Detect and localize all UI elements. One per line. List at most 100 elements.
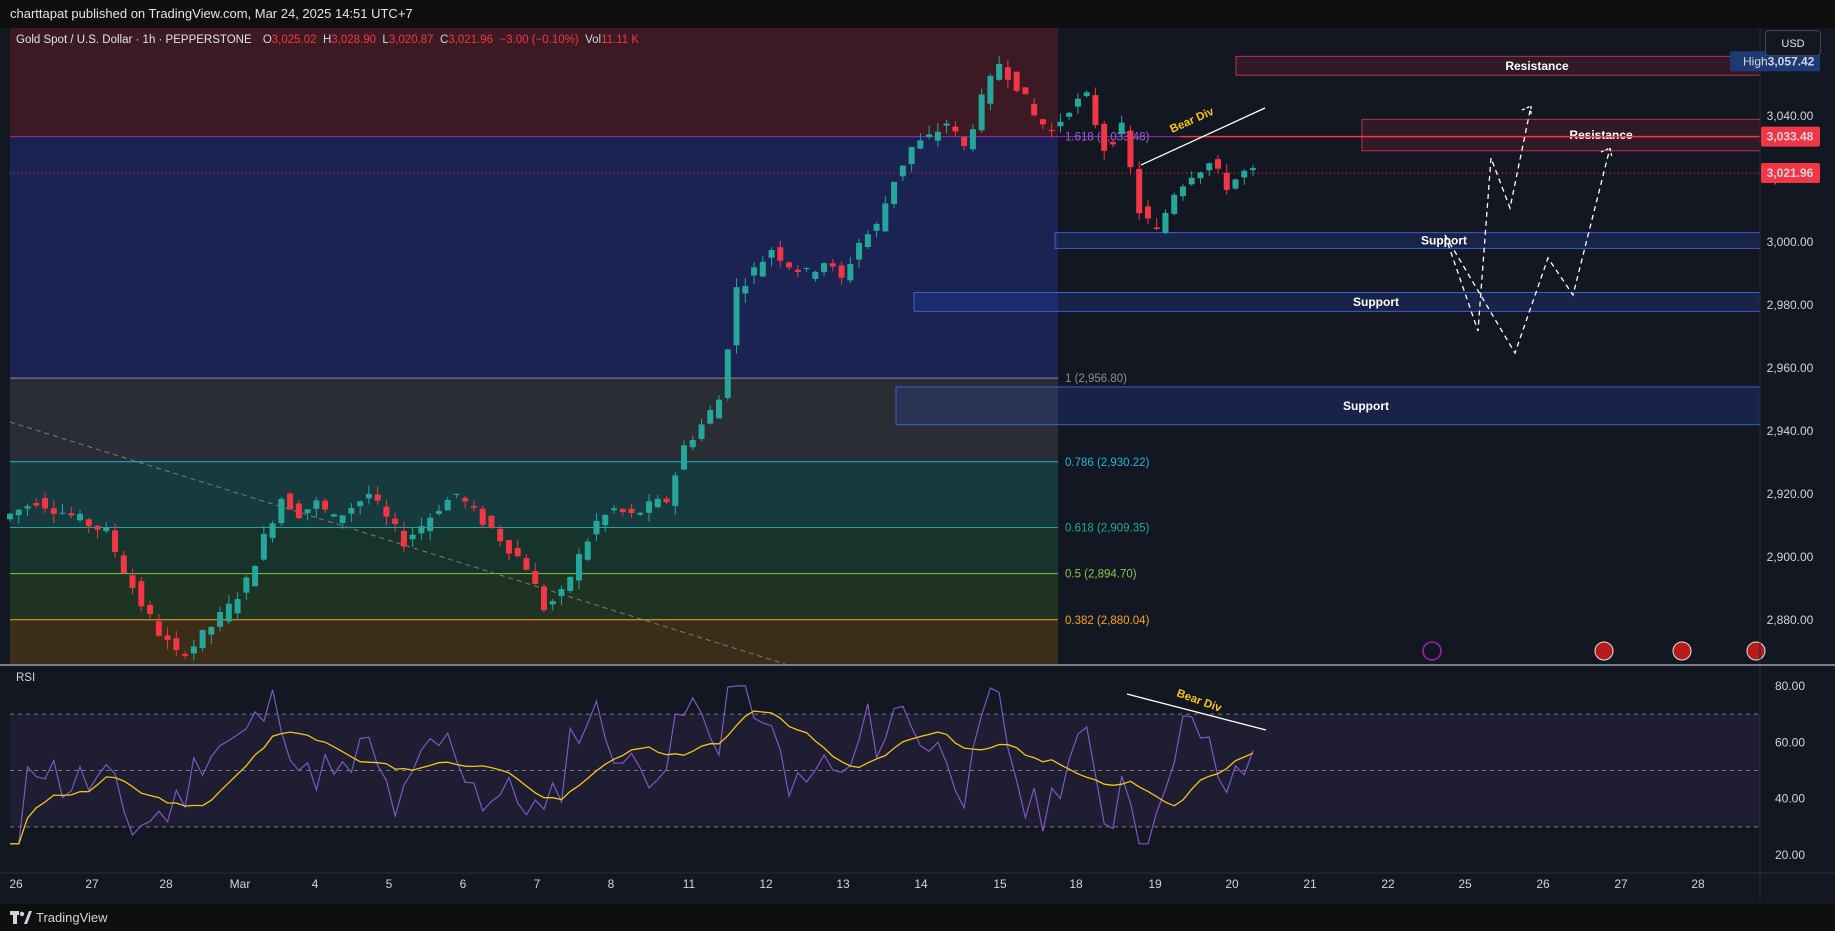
candle-body xyxy=(260,533,267,560)
candle-body xyxy=(549,601,556,605)
candle-body xyxy=(777,247,784,261)
candle-body xyxy=(1013,71,1020,91)
published-text: charttapat published on TradingView.com,… xyxy=(10,6,413,21)
footer-brand: TradingView xyxy=(36,910,108,925)
candle-body xyxy=(339,515,346,524)
candle-body xyxy=(287,493,294,510)
candle-body xyxy=(199,629,206,649)
candle-body xyxy=(1214,159,1221,169)
bear-div-label-rsi: Bear Div xyxy=(1175,688,1224,715)
candle-body xyxy=(1092,95,1099,126)
candle-body xyxy=(1197,172,1204,179)
candle-body xyxy=(304,509,311,514)
candle-body xyxy=(742,286,749,294)
candle-body xyxy=(147,604,154,615)
candle-body xyxy=(821,263,828,273)
candle-body xyxy=(1232,179,1239,189)
rsi-tick-label: 20.00 xyxy=(1775,848,1805,862)
fib-label-4: 0.5 (2,894.70) xyxy=(1065,569,1137,581)
candle-body xyxy=(24,506,31,509)
currency-button[interactable]: USD xyxy=(1765,30,1821,56)
candle-body xyxy=(400,530,407,547)
candle-body xyxy=(733,287,740,346)
candle-body xyxy=(435,510,442,515)
time-tick-label: 5 xyxy=(386,877,393,891)
candle-body xyxy=(295,503,302,519)
candle-body xyxy=(961,137,968,147)
price-tick-label: 2,900.00 xyxy=(1767,550,1814,564)
candle-body xyxy=(120,555,127,574)
price-tick-label: 3,040.00 xyxy=(1767,109,1814,123)
candle-body xyxy=(926,134,933,138)
candle-body xyxy=(7,513,13,520)
zone-label-3: Support xyxy=(1353,295,1399,309)
candle-body xyxy=(689,440,696,448)
us-flag-event-icon xyxy=(1672,641,1692,661)
open-value: 3,025.02 xyxy=(271,34,317,46)
rsi-pane-label[interactable]: RSI xyxy=(16,672,35,684)
volume-value: 11.11 K xyxy=(601,34,640,46)
candle-body xyxy=(1179,186,1186,197)
candle-body xyxy=(654,498,661,508)
candle-body xyxy=(182,653,189,656)
candle-body xyxy=(15,509,22,516)
candle-body xyxy=(1118,122,1125,135)
time-tick-label: 26 xyxy=(1536,877,1550,891)
time-tick-label: 6 xyxy=(460,877,467,891)
candle-body xyxy=(1109,141,1116,145)
candle-body xyxy=(252,565,259,587)
candle-body xyxy=(751,267,758,276)
candle-body xyxy=(234,599,241,614)
candle-body xyxy=(1162,212,1169,234)
zone-box-4 xyxy=(895,386,1761,426)
candle-body xyxy=(698,424,705,439)
candle-body xyxy=(969,129,976,150)
candle-body xyxy=(1136,168,1143,214)
candle-body xyxy=(1171,194,1178,214)
candle-body xyxy=(488,515,495,528)
candle-body xyxy=(462,497,469,502)
time-tick-label: 28 xyxy=(1691,877,1705,891)
time-tick-label: 12 xyxy=(759,877,773,891)
candle-body xyxy=(470,505,477,508)
price-tag-3033-value: 3,033.48 xyxy=(1767,130,1814,144)
price-tick-label: 2,980.00 xyxy=(1767,298,1814,312)
candle-body xyxy=(707,410,714,424)
chart-area[interactable]: 1.618 (3,033.48) 1 (2,956.80) 0.786 (2,930… xyxy=(0,28,1835,904)
zone-box-1 xyxy=(1361,118,1761,152)
symbol-title[interactable]: Gold Spot / U.S. Dollar · 1h · PEPPERSTO… xyxy=(16,34,252,46)
time-tick-label: 20 xyxy=(1225,877,1239,891)
candle-body xyxy=(593,520,600,535)
candle-body xyxy=(330,514,337,517)
candle-body xyxy=(882,203,889,232)
candle-body xyxy=(628,508,635,513)
candle-body xyxy=(943,123,950,126)
candle-body xyxy=(1004,67,1011,80)
rsi-tick-label: 80.00 xyxy=(1775,679,1805,693)
price-tick-label: 2,940.00 xyxy=(1767,424,1814,438)
candle-body xyxy=(786,262,793,268)
candle-body xyxy=(908,147,915,165)
time-tick-label: 25 xyxy=(1458,877,1472,891)
candle-body xyxy=(243,577,250,593)
change-value: −3.00 (−0.10%) xyxy=(499,34,579,46)
candle-body xyxy=(85,519,92,527)
candle-body xyxy=(672,475,679,506)
zone-label-4: Support xyxy=(1343,399,1389,413)
candle-body xyxy=(996,63,1003,80)
candle-body xyxy=(164,635,171,641)
candle-body xyxy=(838,265,845,278)
candle-body xyxy=(322,500,329,510)
candle-body xyxy=(803,268,810,270)
candle-body xyxy=(94,525,101,530)
candle-body xyxy=(348,508,355,514)
publish-header: charttapat published on TradingView.com,… xyxy=(0,0,1835,28)
tradingview-logo-icon xyxy=(10,910,32,924)
candle-body xyxy=(427,517,434,532)
fib-label-0: 1.618 (3,033.48) xyxy=(1065,132,1150,144)
candle-body xyxy=(812,271,819,279)
candle-body xyxy=(357,501,364,507)
candle-body xyxy=(392,518,399,525)
chart-canvas[interactable]: 1.618 (3,033.48) 1 (2,956.80) 0.786 (2,930… xyxy=(0,28,1835,904)
candle-body xyxy=(505,540,512,554)
